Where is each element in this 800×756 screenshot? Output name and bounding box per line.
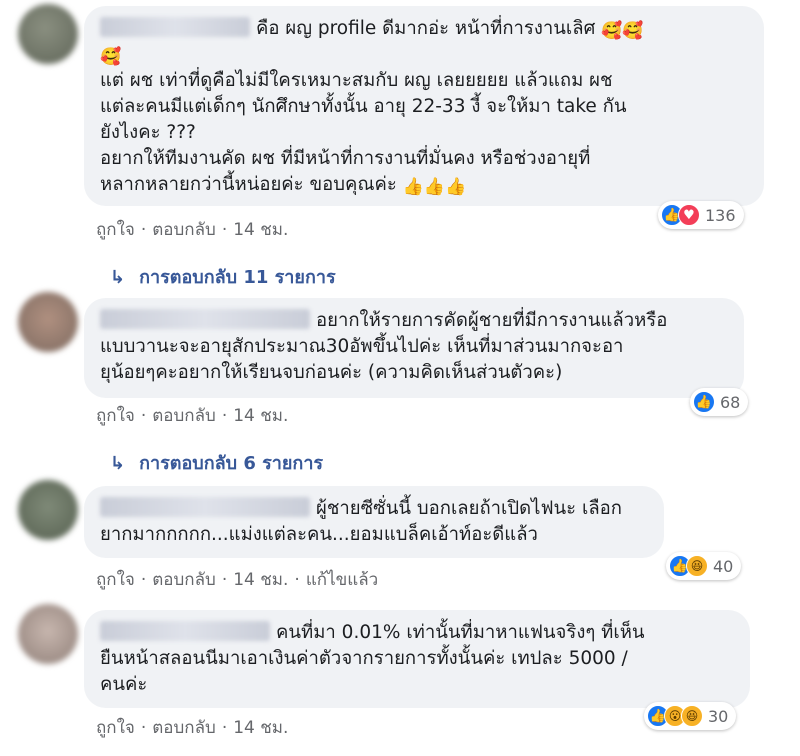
reaction-count: 30 [708,706,729,726]
comment-bubble: คือ ผญ profile ดีมากอ่ะ หน้าที่การงานเลิ… [84,6,764,206]
comment-text-line: แต่ ผช เท่าที่ดูคือไม่มีใครเหมาะสมกับ ผญ… [100,70,613,91]
reply-button[interactable]: ตอบกลับ [152,406,216,426]
comment-actions: ถูกใจ · ตอบกลับ · 14 ชม. · แก้ไขแล้ว [96,566,378,593]
like-button[interactable]: ถูกใจ [96,220,135,240]
comment-text-line: คือ ผญ profile ดีมากอ่ะ หน้าที่การงานเลิ… [100,16,748,42]
comment-actions: ถูกใจ · ตอบกลับ · 14 ชม. [96,402,288,429]
separator-dot: · [221,718,228,738]
smiling-hearts-emoji-icon: 🥰 [100,47,122,67]
reply-button[interactable]: ตอบกลับ [152,718,216,738]
haha-icon: 😆 [681,705,703,727]
avatar[interactable] [18,480,78,540]
comment-bubble: อยากให้รายการคัดผู้ชายที่มีการงานแล้วหรื… [84,298,744,398]
comment-text-line: ผู้ชายซีซั่นนี้ บอกเลยถ้าเปิดไฟนะ เลือก [100,496,648,522]
separator-dot: · [221,570,228,590]
comment-text-line: แต่ละคนมีแต่เด็กๆ นักศึกษาทั้งนั้น อายุ … [100,96,627,117]
separator-dot: · [294,570,300,590]
avatar[interactable] [18,4,78,64]
like-button[interactable]: ถูกใจ [96,718,135,738]
comment-bubble: คนที่มา 0.01% เท่านั้นที่มาหาแฟนจริงๆ ที… [84,610,750,708]
separator-dot: · [221,406,228,426]
commenter-name-blurred[interactable] [100,309,310,329]
comment-text-line: อยากให้ทีมงานคัด ผช ที่มีหน้าที่การงานที… [100,148,591,169]
commenter-name-blurred[interactable] [100,17,250,37]
timestamp[interactable]: 14 ชม. [233,406,288,426]
reaction-summary[interactable]: 👍 ♥ 136 [658,201,744,229]
like-button[interactable]: ถูกใจ [96,406,135,426]
reply-arrow-icon: ↳ [110,453,126,474]
like-button[interactable]: ถูกใจ [96,570,135,590]
reaction-summary[interactable]: 👍 68 [690,388,749,416]
reply-button[interactable]: ตอบกลับ [152,570,216,590]
reply-button[interactable]: ตอบกลับ [152,220,216,240]
separator-dot: · [140,220,147,240]
avatar[interactable] [18,292,78,352]
edited-label[interactable]: แก้ไขแล้ว [306,570,378,590]
view-replies-link[interactable]: ↳ การตอบกลับ 11 รายการ [110,262,336,291]
view-replies-link[interactable]: ↳ การตอบกลับ 6 รายการ [110,448,323,477]
timestamp[interactable]: 14 ชม. [233,570,288,590]
comment-text-line: หลากหลายกว่านี้หน่อยค่ะ ขอบคุณค่ะ 👍👍👍 [100,174,467,197]
comment-text-line: ยากมากกกกก...แม่งแต่ละคน...ยอมแบล็คเอ้าท… [100,524,538,545]
comment-actions: ถูกใจ · ตอบกลับ · 14 ชม. [96,714,288,741]
comment-text-line: คนค่ะ [100,674,148,695]
commenter-name-blurred[interactable] [100,621,270,641]
reaction-summary[interactable]: 👍 😆 40 [666,552,742,580]
comment-actions: ถูกใจ · ตอบกลับ · 14 ชม. [96,216,288,243]
thumbs-up-emoji-icon: 👍👍👍 [402,177,467,197]
separator-dot: · [140,570,147,590]
reaction-summary[interactable]: 👍 😮 😆 30 [644,702,737,730]
love-icon: ♥ [678,204,700,226]
comment-text-line: ยืนหน้าสลอนนีมาเอาเงินค่าตัวจากรายการทั้… [100,648,628,669]
comment-text-line: คนที่มา 0.01% เท่านั้นที่มาหาแฟนจริงๆ ที… [100,620,734,646]
comment-text-line: ยุน้อยๆคะอยากให้เรียนจบก่อนค่ะ (ความคิดเ… [100,362,563,383]
reaction-count: 68 [720,392,741,412]
haha-icon: 😆 [686,555,708,577]
avatar[interactable] [18,604,78,664]
comment-bubble: ผู้ชายซีซั่นนี้ บอกเลยถ้าเปิดไฟนะ เลือก … [84,486,664,558]
comment-text-line: 🥰 [100,42,748,68]
comment-text-line: ยังไงคะ ??? [100,122,196,143]
reaction-count: 40 [713,556,734,576]
comment-text-line: แบบวานะจะอายุสักประมาณ30อัพขึ้นไปค่ะ เห็… [100,336,624,357]
timestamp[interactable]: 14 ชม. [233,220,288,240]
comment-text-line: อยากให้รายการคัดผู้ชายที่มีการงานแล้วหรื… [100,308,728,334]
separator-dot: · [140,406,147,426]
reply-arrow-icon: ↳ [110,267,126,288]
commenter-name-blurred[interactable] [100,497,310,517]
separator-dot: · [221,220,228,240]
like-icon: 👍 [693,391,715,413]
reaction-count: 136 [705,205,736,225]
separator-dot: · [140,718,147,738]
smiling-hearts-emoji-icon: 🥰🥰 [601,21,644,41]
timestamp[interactable]: 14 ชม. [233,718,288,738]
